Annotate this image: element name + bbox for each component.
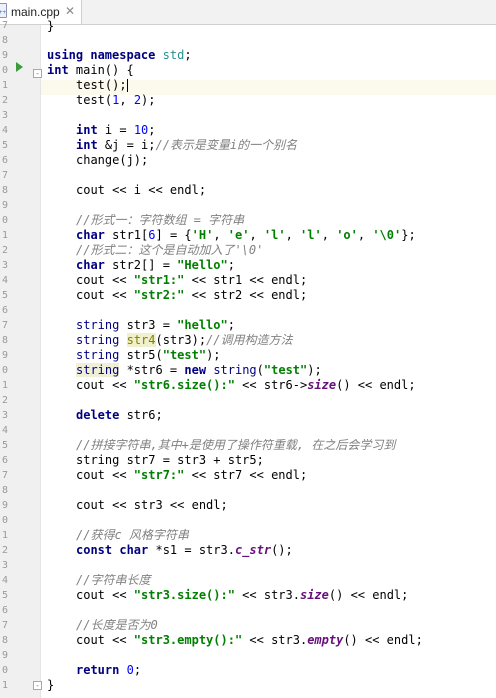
line-number: 2 <box>1 95 8 106</box>
line-number: 7 <box>1 620 8 631</box>
code-line: cout << "str7:" << str7 << endl; <box>76 468 308 482</box>
line-number: 4 <box>1 425 8 436</box>
fold-icon[interactable]: - <box>33 69 42 78</box>
line-number: 8 <box>1 185 8 196</box>
code-line: //长度是否为0 <box>76 618 158 632</box>
line-number: 8 <box>1 35 8 46</box>
line-number: 5 <box>1 440 8 451</box>
line-number: 6 <box>1 605 8 616</box>
code-line: delete str6; <box>76 408 163 422</box>
line-number: 0 <box>1 515 8 526</box>
line-number: 0 <box>1 365 8 376</box>
code-line: //获得c 风格字符串 <box>76 528 189 542</box>
line-number: 6 <box>1 455 8 466</box>
line-number: 0 <box>1 65 8 76</box>
line-number: 3 <box>1 260 8 271</box>
code-line: return 0; <box>76 663 142 677</box>
line-number: 2 <box>1 395 8 406</box>
code-line: char str2[] = "Hello"; <box>76 258 235 272</box>
line-number: 8 <box>1 485 8 496</box>
line-number: 0 <box>1 665 8 676</box>
line-number: 1 <box>1 80 8 91</box>
code-line: int main() { <box>47 63 134 77</box>
line-number: 5 <box>1 290 8 301</box>
editor-tab-bar: ++ main.cpp ✕ <box>0 0 496 25</box>
line-number: 3 <box>1 560 8 571</box>
line-number: 5 <box>1 140 8 151</box>
line-number: 1 <box>1 380 8 391</box>
code-line: } <box>47 678 55 692</box>
line-number: 1 <box>1 530 8 541</box>
code-line: string *str6 = new string("test"); <box>76 363 322 377</box>
code-line: //形式二：这个是自动加入了'\0' <box>76 243 264 257</box>
code-line: const char *s1 = str3.c_str(); <box>76 543 293 557</box>
code-line: cout << str3 << endl; <box>76 498 228 512</box>
line-number: 5 <box>1 590 8 601</box>
code-line: string str5("test"); <box>76 348 221 362</box>
code-line: test(); <box>76 78 128 92</box>
line-number: 4 <box>1 275 8 286</box>
code-line: char str1[6] = {'H', 'e', 'l', 'l', 'o',… <box>76 228 416 242</box>
line-number: 8 <box>1 635 8 646</box>
line-number: 7 <box>1 20 8 31</box>
code-line: string str3 = "hello"; <box>76 318 235 332</box>
cpp-file-icon: ++ <box>0 3 7 18</box>
code-line: } <box>47 19 55 33</box>
code-editor[interactable]: - - 7 8 9 0 1 2 3 4 5 6 7 8 9 0 1 2 3 4 5 6 7 8 9 0 1 2 3 4 5 6 7 8 9 0 1 2… <box>0 19 496 698</box>
line-number: 3 <box>1 110 8 121</box>
gutter-divider <box>40 25 41 698</box>
line-number: 9 <box>1 200 8 211</box>
line-number: 9 <box>1 50 8 61</box>
line-number: 4 <box>1 575 8 586</box>
code-line: //拼接字符串,其中+是使用了操作符重载, 在之后会学习到 <box>76 438 396 452</box>
line-number: 6 <box>1 305 8 316</box>
code-line: int &j = i;//表示是变量i的一个别名 <box>76 138 298 152</box>
text-caret <box>126 79 128 92</box>
line-number: 9 <box>1 500 8 511</box>
line-number: 7 <box>1 170 8 181</box>
code-line: cout << i << endl; <box>76 183 207 197</box>
code-line: cout << "str6.size():" << str6->size() <… <box>76 378 416 392</box>
line-number: 7 <box>1 320 8 331</box>
code-line: //字符串长度 <box>76 573 151 587</box>
code-line: cout << "str3.empty():" << str3.empty() … <box>76 633 423 647</box>
code-line: test(1, 2); <box>76 93 156 107</box>
tab-main-cpp[interactable]: ++ main.cpp ✕ <box>0 0 82 24</box>
line-number: 2 <box>1 245 8 256</box>
code-line: string str4(str3);//调用构造方法 <box>76 333 293 347</box>
line-number: 2 <box>1 545 8 556</box>
close-icon[interactable]: ✕ <box>65 4 75 18</box>
code-line: int i = 10; <box>76 123 156 137</box>
line-number: 4 <box>1 125 8 136</box>
code-line: change(j); <box>76 153 149 167</box>
line-number: 0 <box>1 215 8 226</box>
line-number: 8 <box>1 335 8 346</box>
line-number: 9 <box>1 350 8 361</box>
line-number: 6 <box>1 155 8 166</box>
run-icon[interactable] <box>16 62 23 72</box>
line-number: 9 <box>1 650 8 661</box>
line-number: 7 <box>1 470 8 481</box>
line-number: 1 <box>1 680 8 691</box>
code-line: //形式一：字符数组 = 字符串 <box>76 213 245 227</box>
code-line: string str7 = str3 + str5; <box>76 453 264 467</box>
tab-label: main.cpp <box>11 5 60 19</box>
code-line: cout << "str3.size():" << str3.size() <<… <box>76 588 409 602</box>
line-number: 3 <box>1 410 8 421</box>
code-line: using namespace std; <box>47 48 192 62</box>
fold-end-icon[interactable]: - <box>33 681 42 690</box>
code-line: cout << "str1:" << str1 << endl; <box>76 273 308 287</box>
code-line: cout << "str2:" << str2 << endl; <box>76 288 308 302</box>
line-number: 1 <box>1 230 8 241</box>
code-area[interactable]: } using namespace std; int main() { test… <box>47 19 496 698</box>
